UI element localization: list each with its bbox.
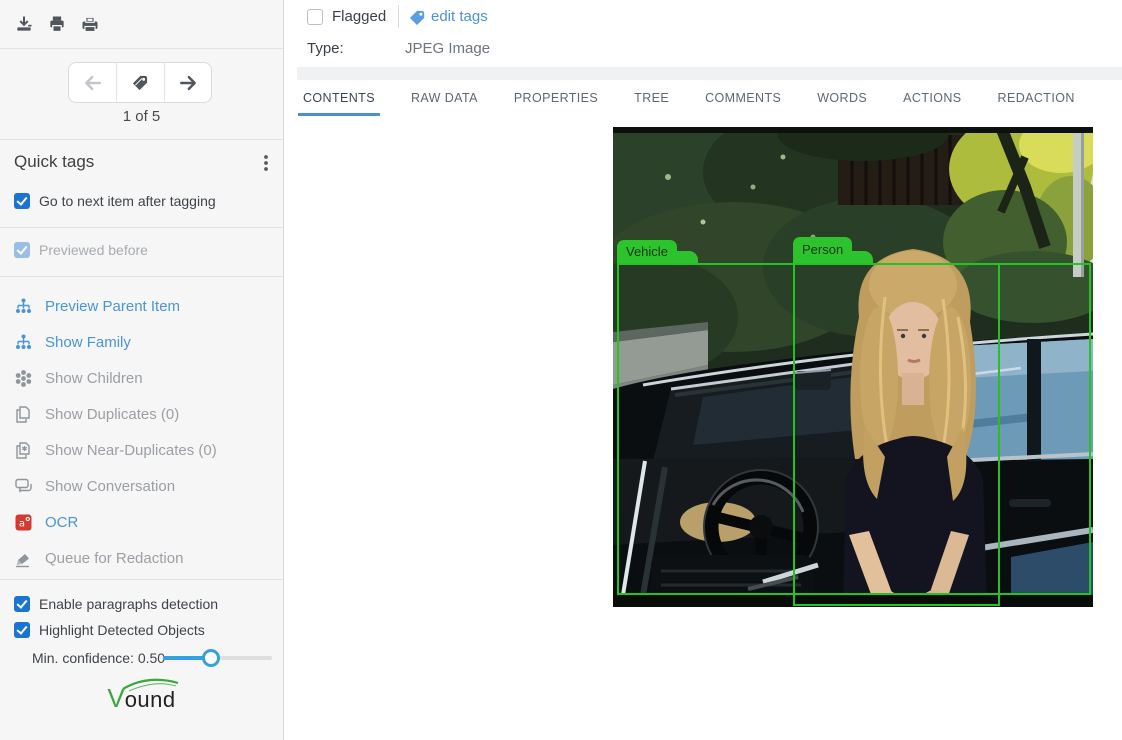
sidebar-item-label[interactable]: Preview Parent Item bbox=[45, 298, 180, 315]
sidebar-item-show-near-duplicates[interactable]: Show Near-Duplicates (0) bbox=[14, 432, 217, 468]
preview-image: Vehicle Person bbox=[613, 127, 1093, 607]
hierarchy-icon bbox=[14, 333, 33, 352]
detection-label-wing bbox=[677, 251, 698, 263]
type-value: JPEG Image bbox=[405, 40, 490, 57]
highlight-objects-label: Highlight Detected Objects bbox=[39, 622, 205, 638]
hierarchy-icon bbox=[14, 297, 33, 316]
paragraphs-detection-label: Enable paragraphs detection bbox=[39, 596, 218, 612]
next-item-button[interactable] bbox=[164, 63, 211, 102]
quick-tags-section: Quick tags Go to next item after tagging bbox=[0, 140, 283, 228]
header-divider bbox=[398, 5, 399, 28]
confidence-slider[interactable] bbox=[163, 656, 272, 660]
go-next-label: Go to next item after tagging bbox=[39, 193, 216, 209]
highlight-objects-checkbox[interactable] bbox=[14, 622, 30, 638]
detection-label-wing bbox=[852, 251, 873, 263]
sidebar-item-label[interactable]: Show Children bbox=[45, 370, 143, 387]
tab-bar: CONTENTS RAW DATA PROPERTIES TREE COMMEN… bbox=[284, 80, 1122, 116]
tag-item-button[interactable] bbox=[116, 63, 163, 102]
sidebar-item-label[interactable]: Queue for Redaction bbox=[45, 550, 183, 567]
previewed-before-option: Previewed before bbox=[14, 242, 148, 258]
tab-tree[interactable]: TREE bbox=[629, 80, 674, 116]
type-label: Type: bbox=[307, 40, 344, 57]
panel-separator bbox=[297, 67, 1122, 80]
sidebar-item-show-duplicates[interactable]: Show Duplicates (0) bbox=[14, 396, 179, 432]
download-icon[interactable] bbox=[14, 14, 34, 34]
duplicates-icon bbox=[14, 405, 33, 424]
sidebar-item-preview-parent[interactable]: Preview Parent Item bbox=[14, 288, 180, 324]
detection-label-text: Vehicle bbox=[626, 244, 668, 259]
ocr-icon: a bbox=[14, 513, 33, 532]
tab-comments[interactable]: COMMENTS bbox=[700, 80, 786, 116]
sidebar-item-ocr[interactable]: a OCR bbox=[14, 504, 78, 540]
tab-properties[interactable]: PROPERTIES bbox=[509, 80, 603, 116]
go-next-option: Go to next item after tagging bbox=[14, 193, 216, 209]
item-nav-group bbox=[68, 62, 212, 103]
highlight-objects-option: Highlight Detected Objects bbox=[14, 622, 205, 638]
detection-box-person bbox=[793, 263, 1000, 606]
flagged-label: Flagged bbox=[332, 8, 386, 25]
sidebar-item-show-family[interactable]: Show Family bbox=[14, 324, 131, 360]
near-duplicates-icon bbox=[14, 441, 33, 460]
sidebar-item-show-conversation[interactable]: Show Conversation bbox=[14, 468, 175, 504]
quick-tags-title: Quick tags bbox=[14, 152, 94, 172]
sidebar: 1 of 5 Quick tags Go to next item after … bbox=[0, 0, 284, 740]
detection-label-vehicle: Vehicle bbox=[617, 240, 677, 263]
print-icon[interactable] bbox=[47, 14, 67, 34]
sidebar-item-label[interactable]: Show Family bbox=[45, 334, 131, 351]
sidebar-item-label[interactable]: Show Duplicates (0) bbox=[45, 406, 179, 423]
confidence-slider-thumb[interactable] bbox=[202, 649, 220, 667]
print-report-icon[interactable] bbox=[80, 14, 100, 34]
tag-icon bbox=[408, 9, 427, 26]
vound-logo: Vound bbox=[0, 683, 283, 714]
sidebar-item-label[interactable]: OCR bbox=[45, 514, 78, 531]
detection-label-text: Person bbox=[802, 242, 843, 257]
edit-tags-link[interactable]: edit tags bbox=[431, 8, 488, 25]
tab-actions[interactable]: ACTIONS bbox=[898, 80, 966, 116]
paragraphs-detection-option: Enable paragraphs detection bbox=[14, 596, 218, 612]
min-confidence-label: Min. confidence: 0.50 bbox=[32, 648, 165, 668]
conversation-icon bbox=[14, 477, 33, 496]
detection-settings-section: Enable paragraphs detection Highlight De… bbox=[0, 580, 283, 740]
previewed-before-label: Previewed before bbox=[39, 242, 148, 258]
previewed-before-section: Previewed before bbox=[0, 228, 283, 277]
tab-contents[interactable]: CONTENTS bbox=[298, 80, 380, 116]
sidebar-toolbar bbox=[0, 0, 283, 49]
svg-text:a: a bbox=[19, 518, 25, 529]
previewed-before-checkbox[interactable] bbox=[14, 242, 30, 258]
sidebar-item-label[interactable]: Show Conversation bbox=[45, 478, 175, 495]
previous-item-button[interactable] bbox=[69, 63, 116, 102]
detection-label-person: Person bbox=[793, 237, 852, 263]
tab-raw-data[interactable]: RAW DATA bbox=[406, 80, 483, 116]
redaction-marker-icon bbox=[14, 549, 33, 568]
children-cluster-icon bbox=[14, 369, 33, 388]
flagged-checkbox[interactable] bbox=[307, 9, 323, 25]
go-next-checkbox[interactable] bbox=[14, 193, 30, 209]
sidebar-navigation: 1 of 5 bbox=[0, 49, 283, 140]
sidebar-item-show-children[interactable]: Show Children bbox=[14, 360, 143, 396]
tab-redaction[interactable]: REDACTION bbox=[993, 80, 1080, 116]
kebab-menu-icon[interactable] bbox=[257, 152, 275, 174]
sidebar-item-queue-redaction[interactable]: Queue for Redaction bbox=[14, 540, 183, 576]
sidebar-item-label[interactable]: Show Near-Duplicates (0) bbox=[45, 442, 217, 459]
sidebar-links: Preview Parent Item Show Family Show Chi… bbox=[0, 277, 283, 580]
item-counter: 1 of 5 bbox=[0, 108, 283, 125]
logo-swoosh-icon bbox=[121, 676, 181, 692]
tab-words[interactable]: WORDS bbox=[812, 80, 872, 116]
paragraphs-detection-checkbox[interactable] bbox=[14, 596, 30, 612]
app-window: 1 of 5 Quick tags Go to next item after … bbox=[0, 0, 1122, 740]
